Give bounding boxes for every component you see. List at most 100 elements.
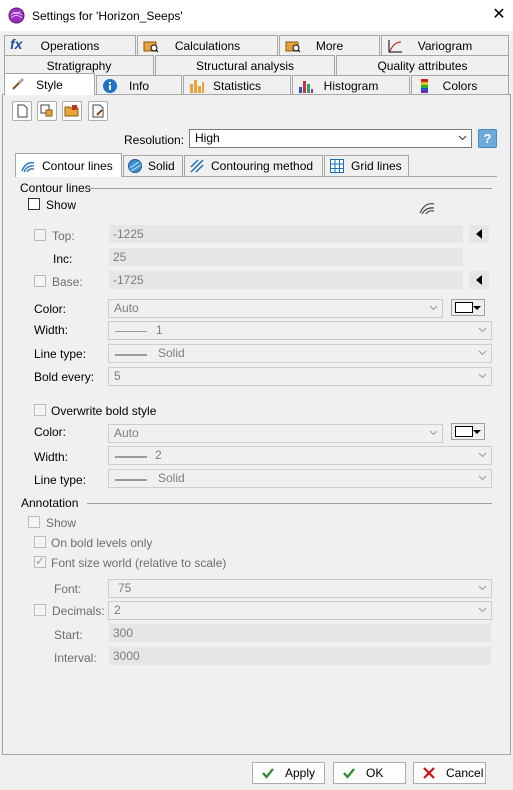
tab-label: Variogram	[417, 38, 473, 53]
apply-button[interactable]: Apply	[252, 762, 325, 784]
chevron-down-icon	[458, 135, 467, 141]
tab-quality-attributes[interactable]: Quality attributes	[336, 55, 509, 75]
annotation-show-checkbox[interactable]	[28, 516, 40, 528]
new-button[interactable]	[12, 101, 32, 121]
folder-search-icon	[143, 41, 159, 53]
chevron-down-icon	[478, 373, 487, 379]
contour-style-icon[interactable]	[418, 199, 436, 217]
annotation-group-label: Annotation	[21, 496, 79, 510]
decimals-value: 2	[114, 603, 121, 617]
tab-label: Statistics	[212, 78, 261, 93]
line-type-select[interactable]: Solid	[108, 344, 492, 363]
inc-field[interactable]: 25	[109, 248, 463, 266]
copy-style-icon	[40, 104, 53, 117]
line-sample	[115, 331, 147, 332]
close-icon	[423, 767, 435, 779]
tab-histogram[interactable]: Histogram	[292, 75, 410, 95]
top-arrow-button[interactable]	[469, 225, 489, 243]
window-title: Settings for 'Horizon_Seeps'	[32, 9, 183, 23]
tab-label: Stratigraphy	[46, 58, 112, 73]
inc-label: Inc:	[53, 252, 73, 266]
color-label: Color:	[34, 302, 67, 316]
tab-style[interactable]: Style	[4, 73, 95, 95]
bold-line-type-value: Solid	[158, 471, 185, 485]
tab-label: Quality attributes	[377, 58, 468, 73]
decimals-checkbox[interactable]	[34, 604, 46, 616]
close-icon[interactable]: ✕	[489, 5, 509, 25]
tab-calculations[interactable]: Calculations	[137, 35, 278, 55]
histogram-icon	[299, 81, 313, 93]
font-size-world-checkbox[interactable]	[34, 554, 46, 568]
color-swatch-button[interactable]	[451, 299, 485, 316]
base-field[interactable]: -1725	[109, 271, 463, 289]
base-label: Base:	[52, 275, 83, 289]
line-type-label: Line type:	[34, 347, 87, 361]
ok-button[interactable]: OK	[333, 762, 406, 784]
colors-icon	[421, 79, 428, 93]
overwrite-bold-checkbox[interactable]	[34, 404, 46, 416]
line-sample	[115, 479, 147, 481]
bold-width-value: 2	[155, 448, 162, 462]
bold-line-type-select[interactable]: Solid	[108, 469, 492, 488]
info-icon	[103, 79, 117, 93]
save-style-button[interactable]	[88, 101, 108, 121]
tab-label: Operations	[40, 38, 100, 53]
save-style-icon	[92, 104, 104, 118]
tab-grid-lines[interactable]: Grid lines	[324, 155, 409, 176]
help-button[interactable]: ?	[478, 129, 497, 148]
tab-label: Contouring method	[211, 159, 314, 173]
contour-show-checkbox[interactable]	[28, 198, 40, 210]
fx-icon: fx	[10, 36, 23, 52]
bold-width-select[interactable]: 2	[108, 446, 492, 465]
bold-width-label: Width:	[34, 450, 69, 464]
tab-stratigraphy[interactable]: Stratigraphy	[4, 55, 154, 75]
tab-operations[interactable]: fx Operations	[4, 35, 136, 55]
chevron-down-icon	[478, 327, 487, 333]
tab-label: Colors	[442, 78, 478, 93]
base-arrow-button[interactable]	[469, 271, 489, 289]
base-checkbox[interactable]	[34, 275, 46, 287]
bold-every-select[interactable]: 5	[108, 367, 492, 386]
interval-field[interactable]: 3000	[109, 647, 491, 665]
bold-color-select[interactable]: Auto	[108, 424, 443, 443]
folder-search-icon	[285, 41, 301, 53]
annotation-show-label: Show	[46, 516, 77, 530]
brush-icon	[12, 77, 25, 90]
bold-color-swatch-button[interactable]	[451, 423, 485, 440]
bold-color-label: Color:	[34, 425, 67, 439]
bold-every-label: Bold every:	[34, 370, 95, 384]
bold-levels-only-checkbox[interactable]	[34, 536, 46, 548]
tab-solid[interactable]: Solid	[123, 155, 183, 176]
color-select[interactable]: Auto	[108, 299, 443, 318]
tab-label: Calculations	[174, 38, 241, 53]
tab-info[interactable]: Info	[96, 75, 182, 95]
check-icon	[262, 768, 274, 779]
tab-colors[interactable]: Colors	[411, 75, 509, 95]
contour-icon	[21, 161, 35, 172]
width-select[interactable]: 1	[108, 321, 492, 340]
tab-label: Histogram	[323, 78, 379, 93]
top-checkbox[interactable]	[34, 229, 46, 241]
tab-label: Contour lines	[42, 158, 113, 173]
tab-statistics[interactable]: Statistics	[183, 75, 291, 95]
top-field[interactable]: -1225	[109, 225, 463, 243]
chevron-down-icon	[478, 585, 487, 591]
tab-label: Solid	[148, 159, 175, 173]
copy-style-button[interactable]	[37, 101, 57, 121]
tab-contour-lines[interactable]: Contour lines	[15, 153, 122, 177]
tab-contouring-method[interactable]: Contouring method	[184, 155, 323, 176]
resolution-select[interactable]: High	[189, 129, 472, 148]
chevron-down-icon	[429, 430, 438, 436]
start-field[interactable]: 300	[109, 624, 491, 642]
font-select[interactable]: 75	[108, 579, 492, 598]
tab-structural-analysis[interactable]: Structural analysis	[155, 55, 335, 75]
color-swatch	[455, 426, 473, 437]
tab-variogram[interactable]: Variogram	[381, 35, 509, 55]
chevron-down-icon	[473, 306, 481, 310]
decimals-select[interactable]: 2	[108, 601, 492, 620]
tab-more[interactable]: More	[279, 35, 380, 55]
folder-open-icon	[64, 105, 79, 117]
open-style-button[interactable]	[62, 101, 82, 121]
line-type-value: Solid	[158, 346, 185, 360]
cancel-button[interactable]: Cancel	[413, 762, 486, 784]
